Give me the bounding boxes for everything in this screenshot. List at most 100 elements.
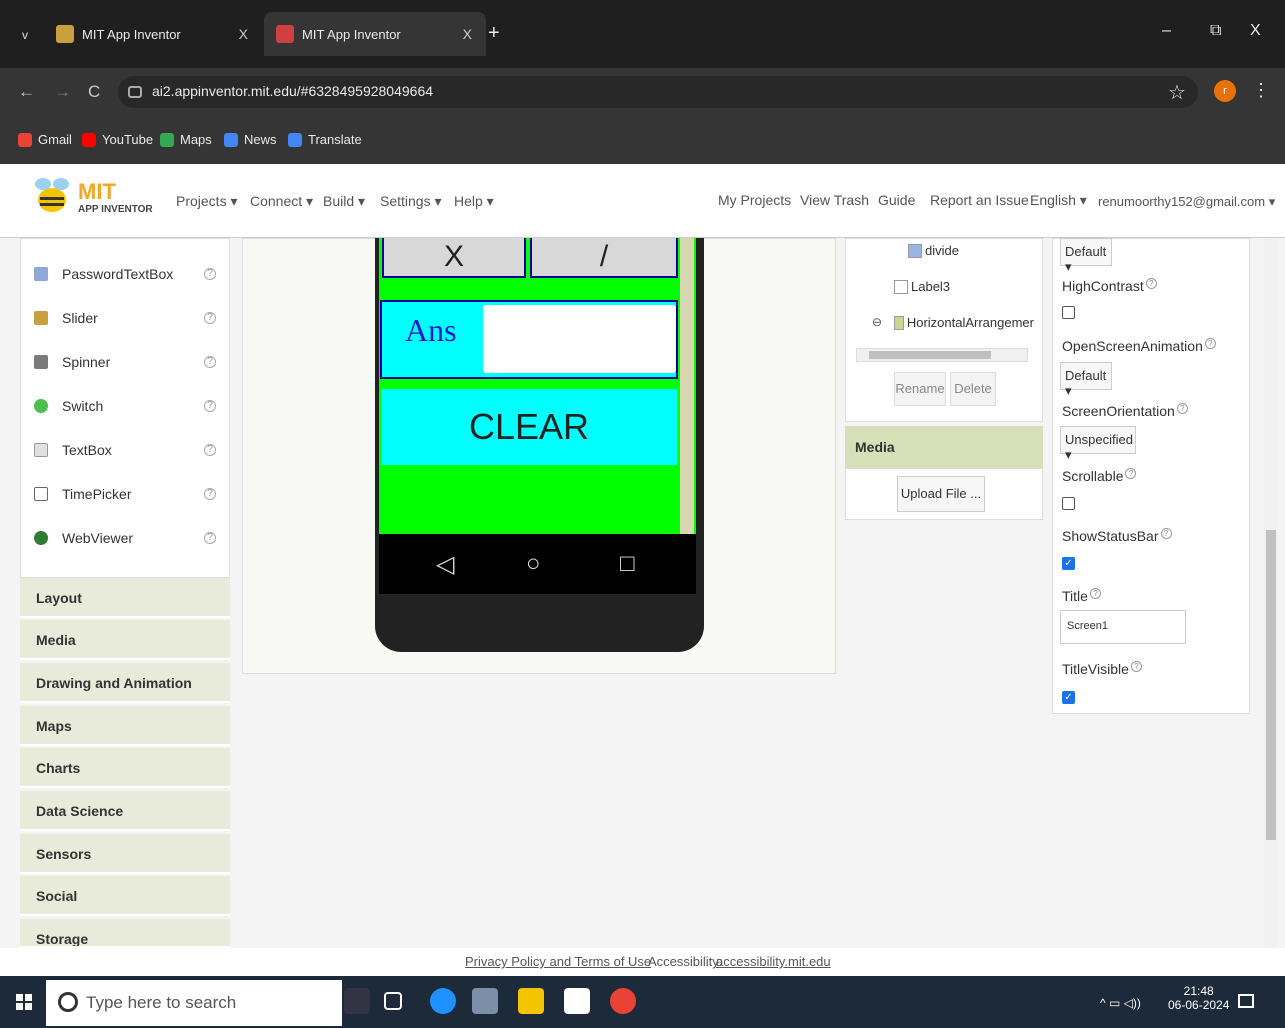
notifications-icon[interactable] xyxy=(1238,994,1254,1008)
screen-scrollbar[interactable] xyxy=(680,238,694,534)
windows-start-icon[interactable] xyxy=(16,994,32,1010)
screenorientation-dropdown[interactable]: Unspecified ▾ xyxy=(1060,426,1136,462)
title-input[interactable]: Screen1 xyxy=(1060,610,1186,644)
showstatusbar-checkbox[interactable]: ✓ xyxy=(1062,557,1075,570)
highcontrast-checkbox[interactable] xyxy=(1062,306,1075,319)
edge-icon[interactable] xyxy=(430,988,456,1014)
component-label3[interactable]: Label3 xyxy=(894,279,950,294)
category-charts[interactable]: Charts xyxy=(20,748,230,788)
app-inventor-bee-icon[interactable] xyxy=(32,174,72,218)
microphone-icon[interactable] xyxy=(344,988,370,1014)
link-report-issue[interactable]: Report an Issue xyxy=(930,192,1029,208)
menu-help[interactable]: Help ▾ xyxy=(454,193,494,210)
bookmark-star-icon[interactable]: ☆ xyxy=(1168,80,1186,105)
titlevisible-checkbox[interactable]: ✓ xyxy=(1062,691,1075,704)
palette-item-slider[interactable]: Slider? xyxy=(34,310,224,326)
category-drawing-animation[interactable]: Drawing and Animation xyxy=(20,663,230,703)
palette-item-passwordtextbox[interactable]: PasswordTextBox? xyxy=(34,266,224,282)
task-view-icon[interactable] xyxy=(384,992,402,1010)
taskbar-search[interactable]: Type here to search xyxy=(46,980,342,1026)
component-divide[interactable]: divide xyxy=(908,243,959,258)
category-media[interactable]: Media xyxy=(20,620,230,660)
tab-close-button[interactable]: X xyxy=(239,26,248,42)
upload-file-button[interactable]: Upload File ... xyxy=(897,476,985,512)
url-text[interactable]: ai2.appinventor.mit.edu/#632849592804966… xyxy=(152,83,433,99)
language-menu[interactable]: English ▾ xyxy=(1030,192,1087,209)
browser-tab-1[interactable]: MIT App Inventor X xyxy=(44,12,262,56)
help-icon[interactable]: ? xyxy=(1160,528,1172,539)
component-horizontalarrangement[interactable]: HorizontalArrangemer xyxy=(894,315,1034,330)
more-menu-icon[interactable]: ⋮ xyxy=(1252,80,1270,101)
minimize-button[interactable]: – xyxy=(1162,22,1171,40)
tab-close-button[interactable]: X xyxy=(463,26,472,42)
system-tray-icons[interactable]: ^ ▭ ◁)) xyxy=(1100,996,1141,1010)
link-my-projects[interactable]: My Projects xyxy=(718,192,791,208)
tab-search-button[interactable]: v xyxy=(14,24,36,46)
help-icon[interactable]: ? xyxy=(204,444,216,456)
category-maps[interactable]: Maps xyxy=(20,706,230,746)
forward-arrow-icon[interactable]: → xyxy=(54,82,71,102)
tree-hscroll-thumb[interactable] xyxy=(869,351,991,359)
category-storage[interactable]: Storage xyxy=(20,919,230,948)
taskbar-clock[interactable]: 21:48 06-06-2024 xyxy=(1168,984,1229,1012)
category-data-science[interactable]: Data Science xyxy=(20,791,230,831)
network-app-icon[interactable] xyxy=(472,988,498,1014)
file-explorer-icon[interactable] xyxy=(518,988,544,1014)
menu-connect[interactable]: Connect ▾ xyxy=(250,193,313,210)
profile-avatar[interactable]: r xyxy=(1214,80,1236,102)
menu-build[interactable]: Build ▾ xyxy=(323,193,365,210)
account-menu[interactable]: renumoorthy152@gmail.com ▾ xyxy=(1098,194,1275,210)
help-icon[interactable]: ? xyxy=(1176,403,1188,414)
chrome-icon[interactable] xyxy=(610,988,636,1014)
browser-tab-2-active[interactable]: MIT App Inventor X xyxy=(264,12,486,56)
help-icon[interactable]: ? xyxy=(1089,588,1101,599)
menu-projects[interactable]: Projects ▾ xyxy=(176,193,238,210)
category-social[interactable]: Social xyxy=(20,876,230,916)
accessibility-link[interactable]: accessibility.mit.edu xyxy=(716,954,831,969)
rename-button[interactable]: Rename xyxy=(894,372,946,406)
page-scrollbar-thumb[interactable] xyxy=(1266,530,1276,840)
reload-icon[interactable]: C xyxy=(88,82,100,102)
help-icon[interactable]: ? xyxy=(1130,661,1142,672)
store-icon[interactable] xyxy=(564,988,590,1014)
bookmark-gmail[interactable]: Gmail xyxy=(18,132,72,147)
link-guide[interactable]: Guide xyxy=(878,192,915,208)
palette-item-switch[interactable]: Switch? xyxy=(34,398,224,414)
category-layout[interactable]: Layout xyxy=(20,578,230,618)
collapse-icon[interactable]: ⊖ xyxy=(872,315,882,329)
scrollable-checkbox[interactable] xyxy=(1062,497,1075,510)
multiply-button[interactable]: X xyxy=(382,238,526,278)
help-icon[interactable]: ? xyxy=(1204,338,1216,349)
delete-button[interactable]: Delete xyxy=(950,372,996,406)
site-info-icon[interactable] xyxy=(128,86,142,98)
property-dropdown-default[interactable]: Default ▾ xyxy=(1060,238,1112,274)
help-icon[interactable]: ? xyxy=(204,488,216,500)
help-icon[interactable]: ? xyxy=(1145,278,1157,289)
logo-title[interactable]: MIT xyxy=(78,179,116,205)
help-icon[interactable]: ? xyxy=(204,356,216,368)
bookmark-youtube[interactable]: YouTube xyxy=(82,132,153,147)
openscreenanimation-dropdown[interactable]: Default ▾ xyxy=(1060,362,1112,398)
palette-item-textbox[interactable]: TextBox? xyxy=(34,442,224,458)
category-sensors[interactable]: Sensors xyxy=(20,834,230,874)
help-icon[interactable]: ? xyxy=(204,532,216,544)
back-arrow-icon[interactable]: ← xyxy=(18,82,35,102)
bookmark-news[interactable]: News xyxy=(224,132,277,147)
bookmark-maps[interactable]: Maps xyxy=(160,132,212,147)
link-view-trash[interactable]: View Trash xyxy=(800,192,869,208)
new-tab-button[interactable]: + xyxy=(488,22,500,45)
menu-settings[interactable]: Settings ▾ xyxy=(380,193,442,210)
clear-button[interactable]: CLEAR xyxy=(381,389,677,465)
bookmark-translate[interactable]: Translate xyxy=(288,132,362,147)
help-icon[interactable]: ? xyxy=(1125,468,1137,479)
help-icon[interactable]: ? xyxy=(204,400,216,412)
help-icon[interactable]: ? xyxy=(204,312,216,324)
restore-button[interactable]: ⧉ xyxy=(1210,22,1221,40)
divide-button[interactable]: / xyxy=(530,238,678,278)
tree-hscrollbar[interactable] xyxy=(856,348,1028,362)
close-window-button[interactable]: X xyxy=(1250,22,1261,40)
palette-item-webviewer[interactable]: WebViewer? xyxy=(34,530,224,546)
privacy-link[interactable]: Privacy Policy and Terms of Use xyxy=(465,954,651,969)
palette-item-timepicker[interactable]: TimePicker? xyxy=(34,486,224,502)
palette-item-spinner[interactable]: Spinner? xyxy=(34,354,224,370)
